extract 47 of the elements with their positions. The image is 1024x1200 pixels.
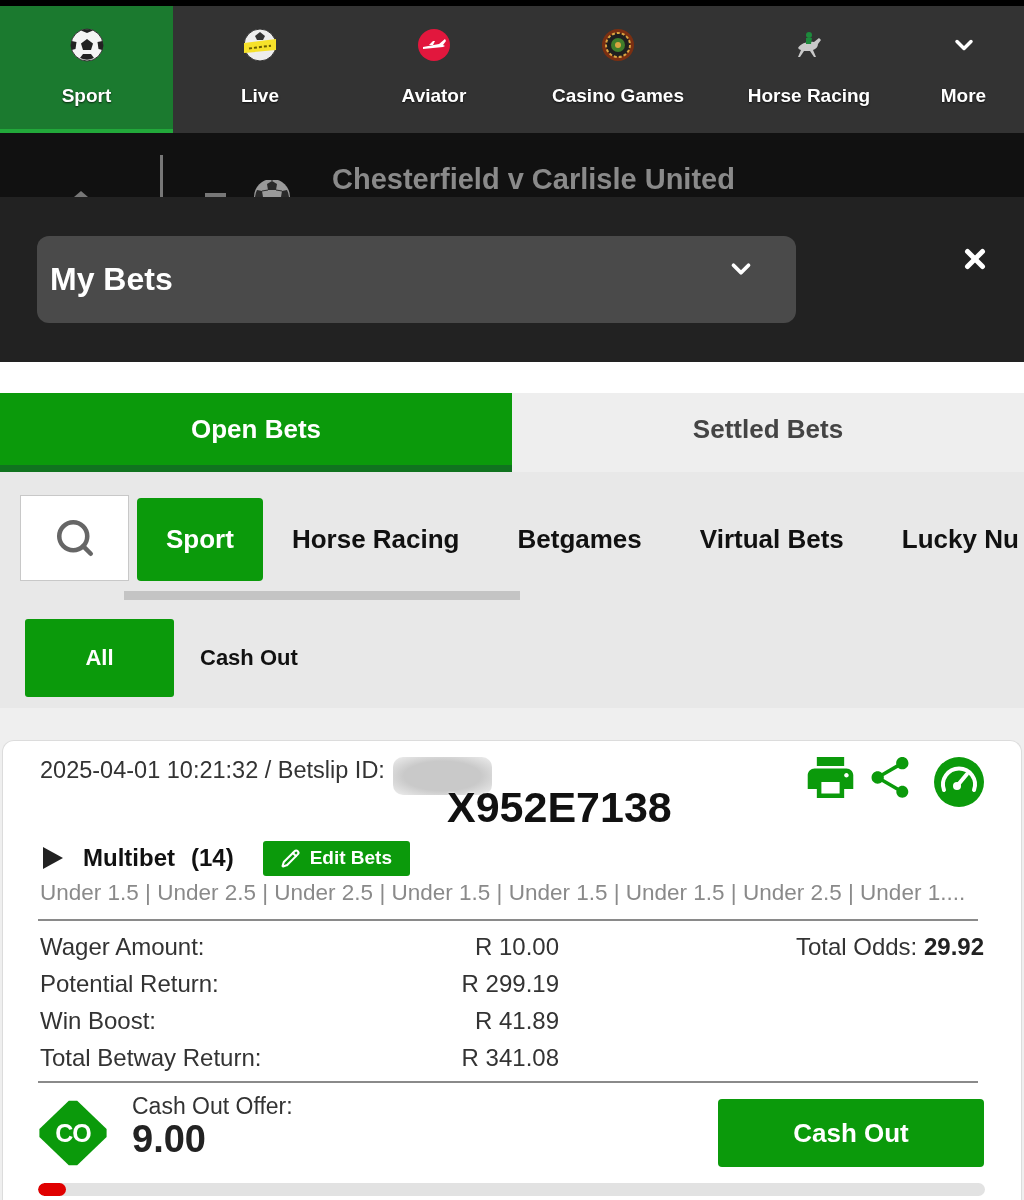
nav-tab[interactable]: Aviator	[347, 6, 521, 133]
summary-label: Wager Amount:	[40, 932, 206, 962]
roulette-icon	[601, 28, 635, 62]
summary-label: Potential Return:	[40, 969, 220, 999]
speedometer-icon[interactable]	[934, 757, 984, 807]
expand-triangle-icon[interactable]	[43, 847, 63, 869]
cash-out-button[interactable]: Cash Out	[718, 1099, 984, 1167]
ball-with-label-icon	[243, 28, 277, 62]
nav-tab[interactable]: More	[903, 6, 1024, 133]
summary-value: R 341.08	[461, 1043, 559, 1073]
category-tab[interactable]: Virtual Bets	[670, 498, 873, 581]
selections-summary: Under 1.5 | Under 2.5 | Under 2.5 | Under 1.5 | Under 1.5 | Under 1.5 | Under 2.5 | Under 1....	[40, 879, 967, 907]
nav-tab[interactable]: Sport	[0, 6, 173, 133]
category-tab[interactable]: Horse Racing	[262, 498, 489, 581]
nav-tab[interactable]: Casino Games	[521, 6, 715, 133]
cash-out-badge: CO	[38, 1099, 108, 1167]
selection-count: (14)	[191, 844, 234, 872]
nav-tab[interactable]: Live	[173, 6, 347, 133]
soccer-ball-icon	[69, 28, 104, 62]
share-icon[interactable]	[871, 757, 909, 798]
match-title: Chesterfield v Carlisle United	[332, 162, 735, 196]
summary-value: R 10.00	[474, 932, 559, 962]
cash-out-offer-label: Cash Out Offer:	[132, 1093, 293, 1119]
betslip-id-overlay: X952E7138	[446, 784, 672, 830]
summary-value: R 299.19	[461, 969, 559, 999]
cash-out-offer-amount: 9.00	[132, 1119, 207, 1159]
bets-tab[interactable]: Settled Bets	[512, 393, 1024, 472]
summary-label: Total Betway Return:	[40, 1043, 263, 1073]
bets-dropdown[interactable]: My Bets	[37, 236, 796, 323]
nav-tab[interactable]: Horse Racing	[715, 6, 903, 133]
bet-type: Multibet	[83, 844, 175, 872]
printer-icon[interactable]	[807, 757, 854, 798]
bet-timestamp: 2025-04-01 10:21:32 / Betslip ID:	[40, 756, 385, 784]
filter-tab[interactable]: Cash Out	[174, 619, 324, 697]
edit-bets-button[interactable]: Edit Bets	[262, 840, 411, 876]
plane-badge-icon	[417, 28, 451, 62]
total-odds: Total Odds: 29.92	[795, 932, 984, 962]
category-tab[interactable]: Sport	[137, 498, 263, 581]
category-tab[interactable]: Lucky Nu	[872, 498, 1019, 581]
bets-tab[interactable]: Open Bets	[0, 393, 512, 472]
search-button[interactable]	[20, 495, 129, 581]
summary-label: Win Boost:	[40, 1006, 158, 1036]
minus-icon	[205, 193, 226, 197]
filter-tab[interactable]: All	[25, 619, 174, 697]
category-tab[interactable]: Betgames	[488, 498, 671, 581]
summary-value: R 41.89	[474, 1006, 559, 1036]
pencil-icon	[280, 848, 300, 868]
